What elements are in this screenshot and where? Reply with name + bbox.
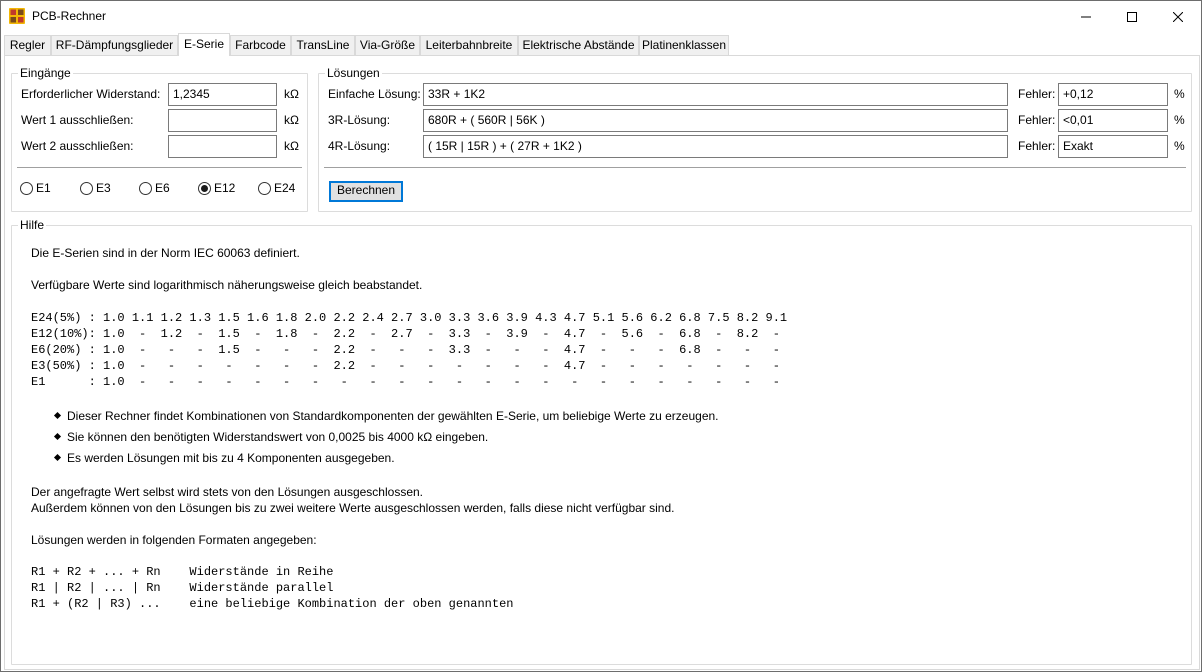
tab-elektrische-abstaende[interactable]: Elektrische Abstände [518,35,639,55]
3r-solution-label: 3R-Lösung: [328,113,391,127]
4r-solution-error-field: Exakt [1058,135,1168,158]
radio-e24[interactable]: E24 [258,181,295,195]
tab-strip: Regler RF-Dämpfungsglieder E-Serie Farbc… [4,33,1200,56]
format-row-series: R1 + R2 + ... + Rn Widerstände in Reihe [31,565,334,579]
e-series-table-row-e3: E3(50%) : 1.0 - - - - - - - 2.2 - - - - … [31,359,780,373]
help-paragraph-formats: Lösungen werden in folgenden Formaten an… [31,533,317,547]
3r-solution-field: 680R + ( 560R | 56K ) [423,109,1008,132]
simple-solution-label: Einfache Lösung: [328,87,421,101]
window-title: PCB-Rechner [32,9,107,23]
exclude-value-2-label: Wert 2 ausschließen: [21,139,134,153]
help-bullet-range: Sie können den benötigten Widerstandswer… [53,430,489,444]
4r-solution-label: 4R-Lösung: [328,139,391,153]
help-group-label: Hilfe [18,218,47,232]
app-window: PCB-Rechner Regler RF-Dämpfungsglieder E… [0,0,1202,672]
radio-e24-circle [258,181,271,195]
simple-solution-error-unit: % [1174,87,1185,101]
help-bullet-text: Dieser Rechner findet Kombinationen von … [67,409,719,423]
bullet-icon [53,412,62,420]
required-resistance-input[interactable]: 1,2345 [168,83,277,106]
e-series-table-row-e24: E24(5%) : 1.0 1.1 1.2 1.3 1.5 1.6 1.8 2.… [31,311,788,325]
radio-e12[interactable]: E12 [198,181,235,195]
inputs-group-label: Eingänge [18,66,73,80]
tab-transline[interactable]: TransLine [291,35,355,55]
4r-solution-field: ( 15R | 15R ) + ( 27R + 1K2 ) [423,135,1008,158]
maximize-icon [1127,11,1137,22]
e-series-table-row-e6: E6(20%) : 1.0 - - - 1.5 - - - 2.2 - - - … [31,343,780,357]
pcb-app-icon [9,8,25,24]
help-paragraph-log: Verfügbare Werte sind logarithmisch nähe… [31,278,423,292]
tab-farbcode[interactable]: Farbcode [230,35,291,55]
3r-solution-error-label: Fehler: [1018,113,1056,127]
radio-e6-label: E6 [155,181,170,195]
minimize-icon [1081,16,1091,17]
help-bullet-combinations: Dieser Rechner findet Kombinationen von … [53,409,719,423]
calculate-button[interactable]: Berechnen [329,181,403,202]
exclude-value-2-unit: kΩ [284,139,299,153]
3r-solution-error-field: <0,01 [1058,109,1168,132]
radio-e1-label: E1 [36,181,51,195]
close-icon [1173,11,1183,22]
e-series-table-row-e1: E1 : 1.0 - - - - - - - - - - - - - - - -… [31,375,780,389]
radio-e1[interactable]: E1 [20,181,51,195]
tab-regler[interactable]: Regler [4,35,51,55]
format-row-combination: R1 + (R2 | R3) ... eine beliebige Kombin… [31,597,514,611]
radio-e6-circle [139,181,152,195]
exclude-value-1-label: Wert 1 ausschließen: [21,113,134,127]
3r-solution-error-unit: % [1174,113,1185,127]
tab-leiterbahnbreite[interactable]: Leiterbahnbreite [420,35,518,55]
tab-rf-daempfungsglieder[interactable]: RF-Dämpfungsglieder [51,35,178,55]
solutions-divider [324,167,1186,168]
solutions-group-label: Lösungen [325,66,382,80]
required-resistance-label: Erforderlicher Widerstand: [21,87,161,101]
exclude-value-2-input[interactable] [168,135,277,158]
required-resistance-unit: kΩ [284,87,299,101]
exclude-value-1-input[interactable] [168,109,277,132]
exclude-value-1-unit: kΩ [284,113,299,127]
radio-e24-label: E24 [274,181,296,195]
simple-solution-error-label: Fehler: [1018,87,1056,101]
4r-solution-error-unit: % [1174,139,1185,153]
radio-e3-circle [80,181,93,195]
radio-e6[interactable]: E6 [139,181,170,195]
radio-e1-circle [20,181,33,195]
radio-e12-label: E12 [214,181,236,195]
help-paragraph-further-excluded: Außerdem können von den Lösungen bis zu … [31,501,675,515]
bullet-icon [53,433,62,441]
radio-e12-circle [198,181,211,195]
simple-solution-error-field: +0,12 [1058,83,1168,106]
tab-e-serie[interactable]: E-Serie [178,33,230,56]
4r-solution-error-label: Fehler: [1018,139,1056,153]
tab-platinenklassen[interactable]: Platinenklassen [639,35,729,55]
title-bar: PCB-Rechner [1,1,1201,32]
inputs-divider [17,167,302,168]
maximize-button[interactable] [1109,1,1155,32]
radio-e3[interactable]: E3 [80,181,111,195]
help-bullet-text: Es werden Lösungen mit bis zu 4 Komponen… [67,451,395,465]
close-button[interactable] [1155,1,1201,32]
bullet-icon [53,454,62,462]
e-series-table-row-e12: E12(10%): 1.0 - 1.2 - 1.5 - 1.8 - 2.2 - … [31,327,780,341]
help-paragraph-excluded: Der angefragte Wert selbst wird stets vo… [31,485,424,499]
help-bullet-components: Es werden Lösungen mit bis zu 4 Komponen… [53,451,395,465]
simple-solution-field: 33R + 1K2 [423,83,1008,106]
tab-via-groesse[interactable]: Via-Größe [355,35,420,55]
radio-e3-label: E3 [96,181,111,195]
help-bullet-text: Sie können den benötigten Widerstandswer… [67,430,489,444]
minimize-button[interactable] [1063,1,1109,32]
format-row-parallel: R1 | R2 | ... | Rn Widerstände parallel [31,581,334,595]
help-paragraph-norm: Die E-Serien sind in der Norm IEC 60063 … [31,246,300,260]
